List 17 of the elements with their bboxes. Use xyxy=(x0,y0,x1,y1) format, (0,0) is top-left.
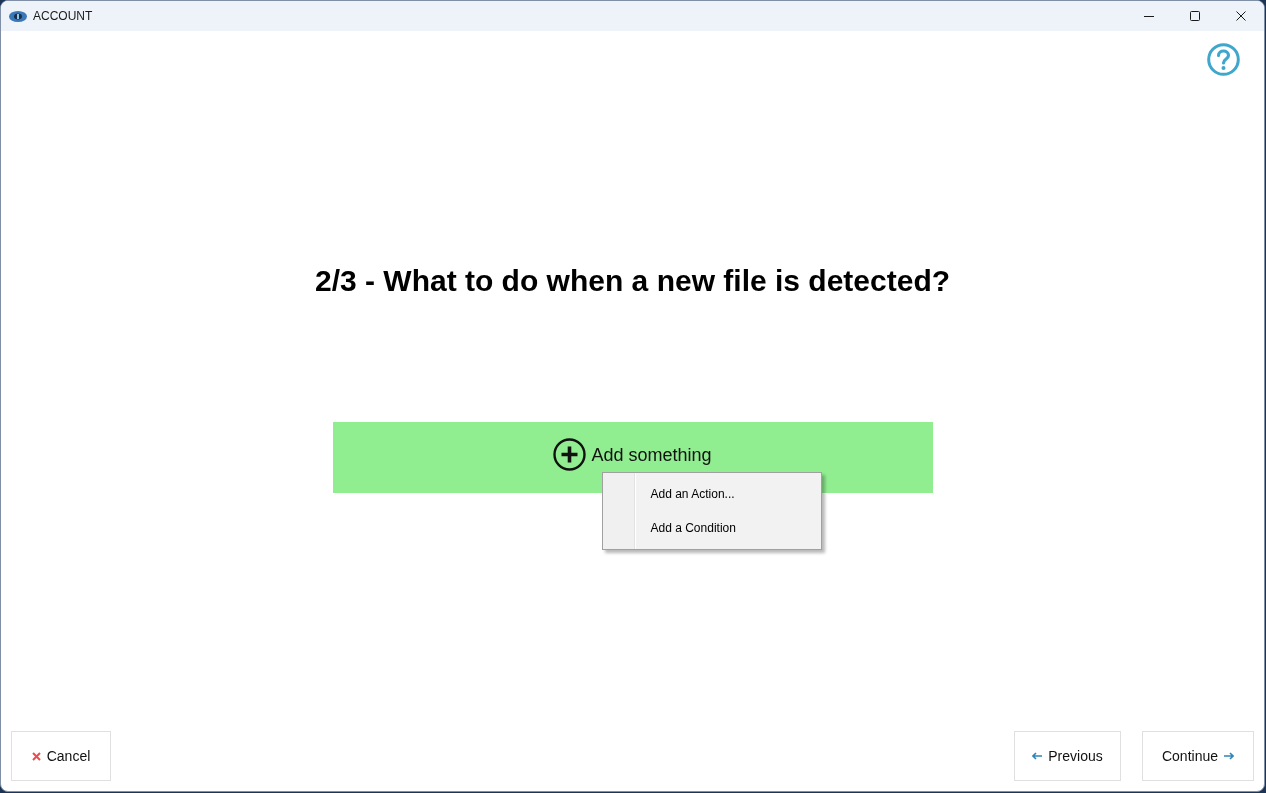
menu-item[interactable]: Add an Action... xyxy=(602,477,821,511)
minimize-icon xyxy=(1144,15,1154,17)
add-something-button[interactable]: Add something xyxy=(553,438,712,471)
window-title: ACCOUNT xyxy=(33,9,93,23)
plus-circle-icon xyxy=(553,438,587,471)
maximize-icon xyxy=(1190,11,1200,21)
arrow-right-icon xyxy=(1224,752,1234,760)
close-icon xyxy=(1236,11,1246,21)
help-icon[interactable] xyxy=(1207,43,1240,76)
app-logo-icon xyxy=(9,10,27,22)
close-icon xyxy=(31,751,41,761)
continue-button[interactable]: Continue xyxy=(1142,731,1254,781)
menu-item[interactable]: Add a Condition xyxy=(602,511,821,545)
previous-button[interactable]: Previous xyxy=(1014,731,1121,781)
arrow-left-icon xyxy=(1032,752,1043,760)
cancel-button[interactable]: Cancel xyxy=(11,731,111,781)
page-heading: 2/3 - What to do when a new file is detected? xyxy=(314,263,951,299)
